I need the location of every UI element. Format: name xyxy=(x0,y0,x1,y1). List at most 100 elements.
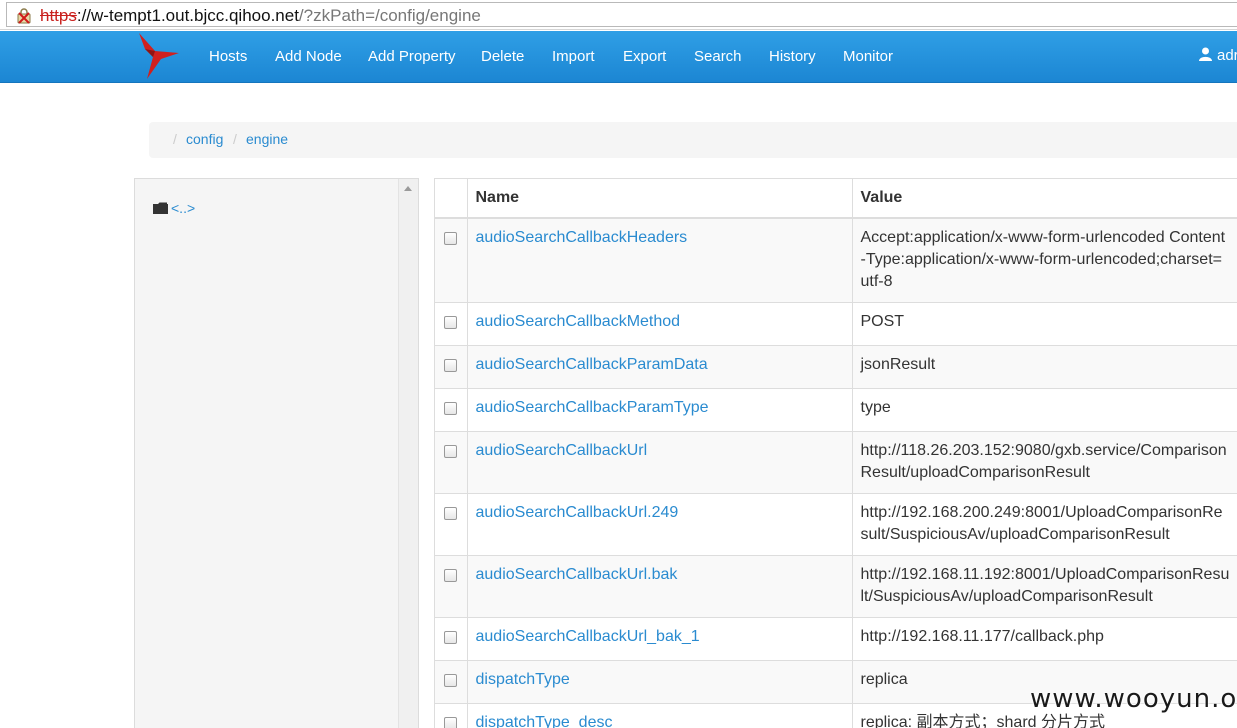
breadcrumb-separator: / xyxy=(173,131,177,147)
url-field[interactable]: https://w-tempt1.out.bjcc.qihoo.net/?zkP… xyxy=(6,2,1237,27)
table-row: audioSearchCallbackUrl_bak_1 http://192.1… xyxy=(435,617,1237,661)
nav-export[interactable]: Export xyxy=(623,47,666,67)
row-name-cell: audioSearchCallbackMethod xyxy=(466,302,852,346)
property-value: type xyxy=(860,399,891,416)
row-checkbox[interactable] xyxy=(444,631,458,644)
broken-lock-icon[interactable] xyxy=(17,8,31,24)
row-checkbox[interactable] xyxy=(444,569,458,582)
property-table: Name Value audioSearchCallbackHeaders Acc… xyxy=(435,179,1237,728)
scroll-up-arrow-icon[interactable] xyxy=(404,186,412,191)
table-row: audioSearchCallbackParamData jsonResult xyxy=(435,345,1237,389)
row-select-cell xyxy=(435,493,467,556)
row-checkbox[interactable] xyxy=(444,402,458,415)
property-name-link[interactable]: audioSearchCallbackMethod xyxy=(476,313,681,330)
row-select-cell xyxy=(435,703,467,728)
row-name-cell: audioSearchCallbackUrl xyxy=(466,431,852,494)
property-name-link[interactable]: audioSearchCallbackParamData xyxy=(476,356,708,373)
nav-add-node[interactable]: Add Node xyxy=(275,47,342,67)
name-column-header: Name xyxy=(466,179,852,219)
table-row: audioSearchCallbackUrl.bak http://192.168… xyxy=(435,555,1237,618)
table-header-row: Name Value xyxy=(435,179,1237,219)
row-name-cell: audioSearchCallbackHeaders xyxy=(466,217,852,303)
nav-hosts[interactable]: Hosts xyxy=(209,47,247,67)
nav-history[interactable]: History xyxy=(769,47,816,67)
property-value: POST xyxy=(860,313,905,330)
row-select-cell xyxy=(435,388,467,432)
nav-search[interactable]: Search xyxy=(694,47,742,67)
bird-logo-icon[interactable] xyxy=(133,31,183,81)
table-row: audioSearchCallbackMethod POST xyxy=(435,302,1237,346)
row-name-cell: dispatchType_desc xyxy=(466,703,852,728)
row-name-cell: audioSearchCallbackUrl_bak_1 xyxy=(466,617,852,661)
url-path: /?zkPath=/config/engine xyxy=(298,6,481,25)
tree-item-parent[interactable]: <..> xyxy=(153,200,195,217)
breadcrumb: / config / engine xyxy=(149,122,1237,158)
row-value-cell: POST xyxy=(851,302,1237,346)
row-select-cell xyxy=(435,660,467,704)
property-name-link[interactable]: audioSearchCallbackUrl.bak xyxy=(476,566,678,583)
property-name-link[interactable]: audioSearchCallbackUrl.249 xyxy=(476,504,679,521)
property-table-container: Name Value audioSearchCallbackHeaders Acc… xyxy=(434,178,1237,728)
property-name-link[interactable]: audioSearchCallbackUrl_bak_1 xyxy=(476,628,700,645)
property-value: http://192.168.200.249:8001/UploadCompar… xyxy=(860,504,1223,543)
folder-icon xyxy=(153,202,168,214)
property-value: replica: 副本方式；shard 分片方式 xyxy=(860,714,1106,728)
row-value-cell: http://192.168.11.192:8001/UploadCompari… xyxy=(851,555,1237,618)
address-bar: https://w-tempt1.out.bjcc.qihoo.net/?zkP… xyxy=(0,0,1237,30)
row-name-cell: audioSearchCallbackParamData xyxy=(466,345,852,389)
user-name: adr xyxy=(1217,47,1237,64)
top-navbar: Hosts Add Node Add Property Delete Impor… xyxy=(0,31,1237,83)
row-checkbox[interactable] xyxy=(444,316,458,329)
property-value: http://192.168.11.192:8001/UploadCompari… xyxy=(860,566,1230,605)
property-name-link[interactable]: dispatchType xyxy=(476,671,570,688)
row-checkbox[interactable] xyxy=(444,359,458,372)
watermark-text: www.wooyun.org xyxy=(1030,684,1237,714)
row-checkbox[interactable] xyxy=(444,717,458,728)
row-name-cell: dispatchType xyxy=(466,660,852,704)
row-value-cell: Accept:application/x-www-form-urlencoded… xyxy=(851,217,1237,303)
property-name-link[interactable]: audioSearchCallbackHeaders xyxy=(476,229,688,246)
row-select-cell xyxy=(435,555,467,618)
row-select-cell xyxy=(435,431,467,494)
row-value-cell: type xyxy=(851,388,1237,432)
url-host: ://w-tempt1.out.bjcc.qihoo.net xyxy=(76,6,299,25)
row-checkbox[interactable] xyxy=(444,232,458,245)
table-row: audioSearchCallbackUrl.249 http://192.168… xyxy=(435,493,1237,556)
table-row: audioSearchCallbackParamType type xyxy=(435,388,1237,432)
property-name-link[interactable]: audioSearchCallbackUrl xyxy=(476,442,648,459)
row-select-cell xyxy=(435,302,467,346)
user-icon xyxy=(1199,47,1212,61)
table-row: audioSearchCallbackHeaders Accept:applica… xyxy=(435,217,1237,303)
nav-delete[interactable]: Delete xyxy=(481,47,524,67)
breadcrumb-config[interactable]: config xyxy=(186,131,223,147)
select-column-header xyxy=(435,179,467,219)
row-checkbox[interactable] xyxy=(444,674,458,687)
breadcrumb-engine[interactable]: engine xyxy=(246,131,288,147)
nav-monitor[interactable]: Monitor xyxy=(843,47,893,67)
node-tree-panel: <..> xyxy=(134,178,419,728)
property-value: jsonResult xyxy=(860,356,936,373)
property-name-link[interactable]: dispatchType_desc xyxy=(476,714,613,728)
property-value: Accept:application/x-www-form-urlencoded… xyxy=(860,229,1226,290)
property-value: replica xyxy=(860,671,908,688)
row-value-cell: http://192.168.11.177/callback.php xyxy=(851,617,1237,661)
row-value-cell: http://118.26.203.152:9080/gxb.service/C… xyxy=(851,431,1237,494)
row-name-cell: audioSearchCallbackParamType xyxy=(466,388,852,432)
table-row: audioSearchCallbackUrl http://118.26.203.… xyxy=(435,431,1237,494)
property-value: http://192.168.11.177/callback.php xyxy=(860,628,1104,645)
row-value-cell: http://192.168.200.249:8001/UploadCompar… xyxy=(851,493,1237,556)
row-checkbox[interactable] xyxy=(444,507,458,520)
row-select-cell xyxy=(435,217,467,303)
tree-scrollbar[interactable] xyxy=(398,179,418,728)
url-text[interactable]: https://w-tempt1.out.bjcc.qihoo.net/?zkP… xyxy=(40,6,481,26)
value-column-header: Value xyxy=(851,179,1237,219)
row-name-cell: audioSearchCallbackUrl.249 xyxy=(466,493,852,556)
nav-import[interactable]: Import xyxy=(552,47,595,67)
row-checkbox[interactable] xyxy=(444,445,458,458)
row-select-cell xyxy=(435,617,467,661)
user-menu[interactable]: adr xyxy=(1199,47,1237,64)
row-value-cell: jsonResult xyxy=(851,345,1237,389)
row-select-cell xyxy=(435,345,467,389)
nav-add-property[interactable]: Add Property xyxy=(368,47,456,67)
property-name-link[interactable]: audioSearchCallbackParamType xyxy=(476,399,709,416)
